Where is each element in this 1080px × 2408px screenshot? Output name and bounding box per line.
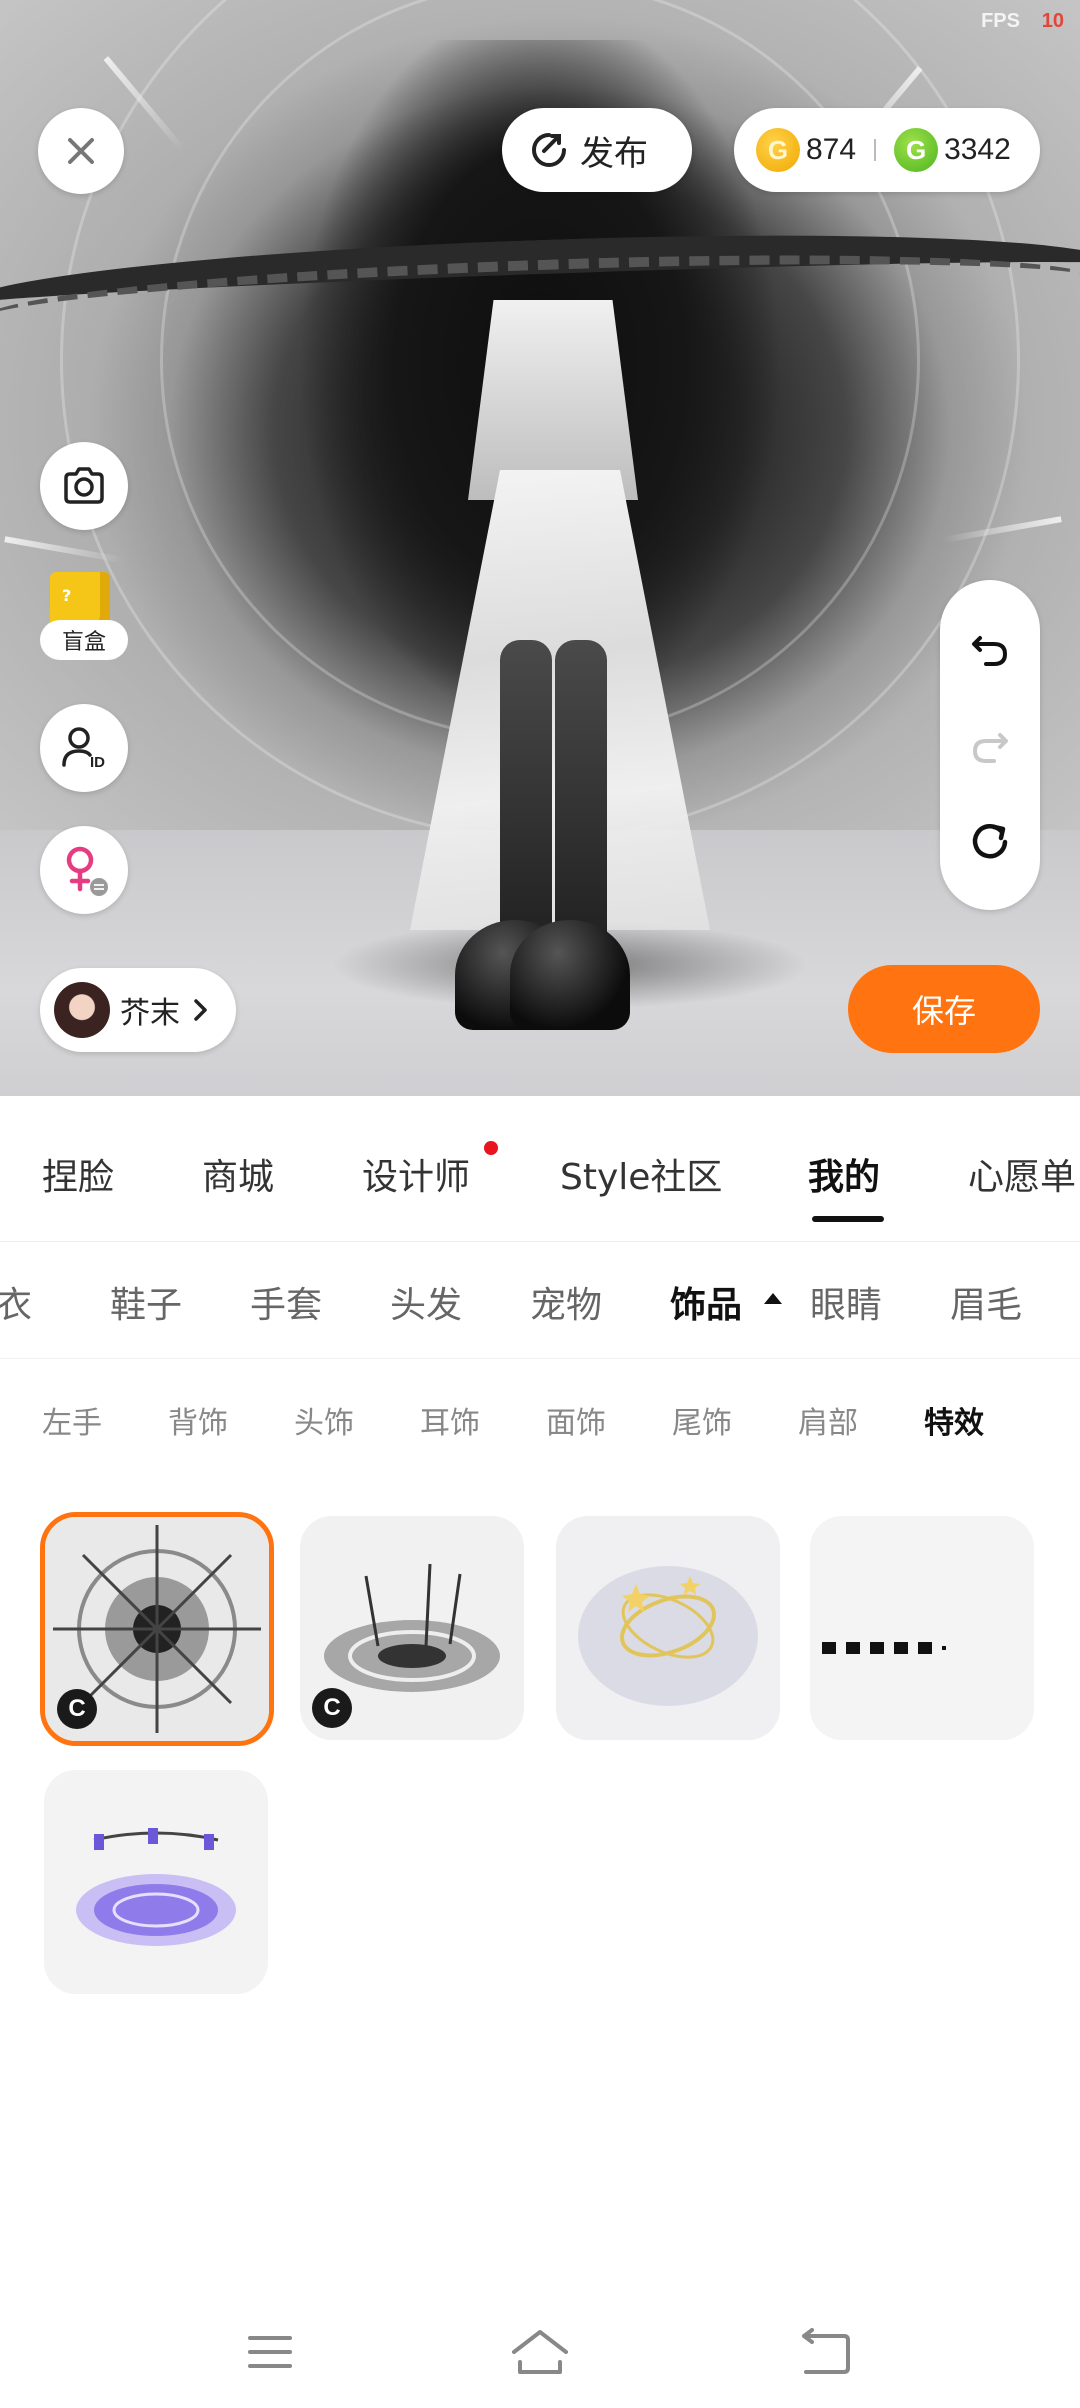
avatar-id-button[interactable]: ID xyxy=(40,704,128,792)
tab-hair[interactable]: 头发 xyxy=(390,1276,462,1328)
profile-name: 芥末 xyxy=(120,996,180,1031)
blind-box-label: 盲盒 xyxy=(61,630,106,655)
publish-button[interactable]: 发布 xyxy=(502,108,692,192)
fps-label: FPS xyxy=(981,10,1020,32)
reset-button[interactable] xyxy=(960,812,1020,872)
blind-box-button[interactable]: ? 盲盒 xyxy=(40,572,128,668)
item-card[interactable] xyxy=(556,1516,780,1740)
tab-shoes[interactable]: 鞋子 xyxy=(110,1276,182,1328)
tab-designer[interactable]: 设计师 xyxy=(362,1148,470,1200)
user-id-icon: ID xyxy=(62,727,105,771)
save-button[interactable]: 保存 xyxy=(848,965,1040,1053)
system-navigation-bar xyxy=(0,2300,1080,2408)
home-icon xyxy=(512,2330,568,2374)
currency-divider xyxy=(874,139,877,161)
item-card[interactable]: C xyxy=(300,1516,524,1740)
blind-box-label-pill: 盲盒 xyxy=(40,620,128,660)
chevron-right-icon xyxy=(194,999,207,1021)
undo-button[interactable] xyxy=(960,618,1020,678)
camera-icon xyxy=(64,467,104,504)
back-icon xyxy=(802,2328,850,2374)
tab-face-accessory[interactable]: 面饰 xyxy=(546,1398,606,1442)
avatar xyxy=(54,982,110,1038)
avatar-leg xyxy=(555,640,607,960)
close-button[interactable] xyxy=(38,108,124,194)
publish-label: 发布 xyxy=(580,133,648,174)
avatar-boot xyxy=(510,920,630,1030)
gold-coin-icon: G xyxy=(756,128,800,172)
caret-up-icon xyxy=(764,1293,782,1304)
tab-clothes[interactable]: 衣 xyxy=(0,1276,32,1328)
notification-dot xyxy=(484,1141,498,1155)
main-category-tabs: 捏脸 商城 设计师 Style社区 我的 心愿单 xyxy=(0,1096,1080,1242)
tab-pets[interactable]: 宠物 xyxy=(530,1276,602,1328)
item-category-tabs: 衣 鞋子 手套 头发 宠物 饰品 眼睛 眉毛 xyxy=(0,1243,1080,1359)
loading-dots-icon xyxy=(810,1516,1034,1740)
active-tab-indicator xyxy=(812,1216,884,1222)
tab-effects[interactable]: 特效 xyxy=(924,1398,984,1442)
recent-apps-button[interactable] xyxy=(240,2322,300,2382)
gender-switch-button[interactable] xyxy=(40,826,128,914)
tab-eyes[interactable]: 眼睛 xyxy=(810,1276,882,1328)
accessory-subcategory-tabs: 左手 背饰 头饰 耳饰 面饰 尾饰 肩部 特效 xyxy=(0,1360,1080,1470)
reset-icon xyxy=(972,823,1008,859)
fps-value: 10 xyxy=(1041,10,1064,32)
green-coin-icon: G xyxy=(894,128,939,172)
item-card[interactable]: C xyxy=(40,1512,274,1746)
tab-tail[interactable]: 尾饰 xyxy=(672,1398,732,1442)
tab-mine[interactable]: 我的 xyxy=(808,1148,880,1200)
green-coin-amount: 3342 xyxy=(944,133,1011,166)
item-card[interactable] xyxy=(810,1516,1034,1740)
creator-badge: C xyxy=(312,1688,352,1728)
tab-style-community[interactable]: Style社区 xyxy=(560,1148,722,1200)
tab-headwear[interactable]: 头饰 xyxy=(294,1398,354,1442)
creator-badge: C xyxy=(57,1689,97,1729)
tab-left-hand[interactable]: 左手 xyxy=(42,1398,102,1442)
tab-wishlist[interactable]: 心愿单 xyxy=(968,1148,1076,1200)
tab-face[interactable]: 捏脸 xyxy=(42,1148,114,1200)
publish-icon xyxy=(532,133,566,167)
golden-orbit-thumbnail xyxy=(556,1516,780,1740)
redo-icon xyxy=(972,732,1008,763)
tab-earrings[interactable]: 耳饰 xyxy=(420,1398,480,1442)
tab-accessories[interactable]: 饰品 xyxy=(670,1276,742,1328)
currency-bar[interactable]: G 874 G 3342 xyxy=(734,108,1040,192)
home-button[interactable] xyxy=(510,2322,570,2382)
redo-button[interactable] xyxy=(960,715,1020,775)
tab-gloves[interactable]: 手套 xyxy=(250,1276,322,1328)
back-button[interactable] xyxy=(796,2322,856,2382)
purple-magic-circle-thumbnail xyxy=(44,1770,268,1994)
close-icon xyxy=(68,138,94,164)
tab-eyebrows[interactable]: 眉毛 xyxy=(950,1276,1022,1328)
female-gender-icon xyxy=(66,846,108,896)
tab-shop[interactable]: 商城 xyxy=(202,1148,274,1200)
gold-coin-amount: 874 xyxy=(806,133,857,166)
svg-text:ID: ID xyxy=(90,754,105,771)
undo-icon xyxy=(972,636,1008,667)
profile-chip[interactable]: 芥末 xyxy=(40,968,236,1052)
item-card[interactable] xyxy=(44,1770,268,1994)
avatar-leg xyxy=(500,640,552,960)
edit-history-panel xyxy=(940,580,1040,910)
tab-back[interactable]: 背饰 xyxy=(168,1398,228,1442)
menu-icon xyxy=(248,2336,292,2368)
camera-button[interactable] xyxy=(40,442,128,530)
tab-shoulder[interactable]: 肩部 xyxy=(798,1398,858,1442)
